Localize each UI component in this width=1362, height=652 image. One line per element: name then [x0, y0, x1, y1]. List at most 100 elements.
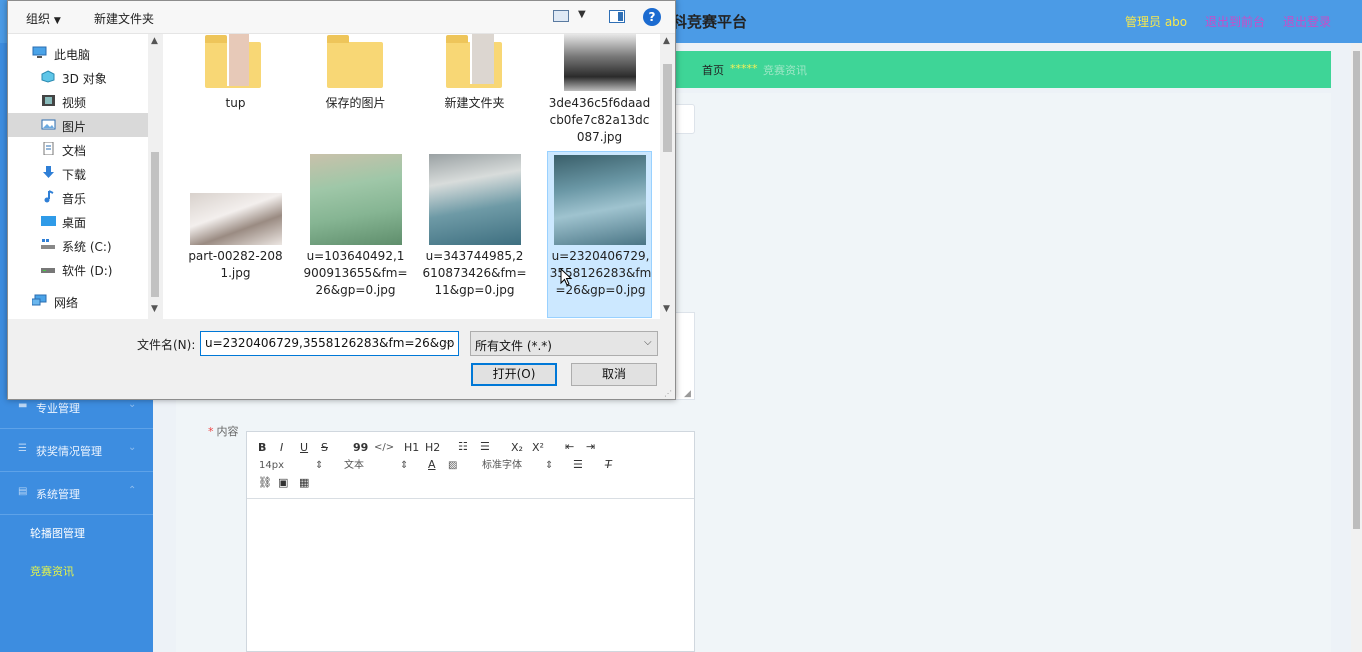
help-icon[interactable]: ? [643, 8, 661, 26]
video-icon[interactable]: ▦ [299, 477, 309, 489]
open-button[interactable]: 打开(O) [471, 363, 557, 386]
desktop-icon [41, 216, 56, 226]
link-icon[interactable]: ⛓ [258, 477, 272, 489]
ordered-list-icon[interactable]: ☷ [458, 441, 468, 453]
document-icon [43, 142, 54, 155]
nav-item-drive-d[interactable]: 软件 (D:) [8, 257, 148, 281]
page-scrollbar[interactable] [1351, 43, 1362, 652]
preview-pane-icon[interactable] [609, 10, 625, 23]
quote-button[interactable]: 99 [353, 442, 368, 454]
view-mode-dropdown-icon[interactable]: ▼ [578, 9, 586, 20]
background-color-icon[interactable]: ▨ [448, 460, 457, 472]
page-scrollbar-thumb[interactable] [1353, 51, 1360, 529]
file-list: tup 保存的图片 新建文件夹 3de436c5f6daadcb0fe7c82a… [163, 34, 675, 319]
scroll-up-icon[interactable]: ▲ [151, 36, 158, 46]
scroll-down-icon[interactable]: ▼ [151, 304, 158, 314]
file-item-new-folder[interactable]: 新建文件夹 [422, 34, 527, 114]
align-icon[interactable]: ☰ [573, 459, 583, 471]
title-input[interactable] [675, 104, 695, 134]
view-mode-icon[interactable] [553, 10, 569, 22]
picture-icon [41, 119, 56, 130]
underline-button[interactable]: U [300, 442, 308, 454]
resize-grip-icon[interactable]: ◢ [684, 389, 691, 399]
admin-user-label[interactable]: 管理员 abo [1125, 13, 1187, 30]
filetype-chevron-icon[interactable]: ⌵ [644, 337, 652, 348]
nav-item-documents[interactable]: 文档 [8, 137, 148, 161]
nav-item-music[interactable]: 音乐 [8, 185, 148, 209]
exit-to-front-link[interactable]: 退出到前台 [1205, 13, 1265, 30]
indent-icon[interactable]: ⇥ [586, 441, 595, 453]
scroll-up-icon[interactable]: ▲ [663, 36, 670, 46]
nav-label: 3D 对象 [62, 72, 107, 86]
filename-input[interactable]: u=2320406729,3558126283&fm=26&gp [200, 331, 459, 356]
nav-scrollbar-thumb[interactable] [151, 152, 159, 297]
chevron-down-icon: ⌄ [128, 442, 137, 453]
nav-item-pictures[interactable]: 图片 [8, 113, 148, 137]
sidebar-item-system[interactable]: ▤ 系统管理 ⌃ [0, 473, 153, 515]
sidebar-item-awards[interactable]: ☰ 获奖情况管理 ⌄ [0, 430, 153, 472]
italic-button[interactable]: I [280, 442, 283, 454]
filename-label: 文件名(N): [137, 338, 196, 352]
chevron-up-icon: ⌃ [128, 485, 137, 496]
sidebar-subitem-news[interactable]: 竞赛资讯 [30, 563, 74, 579]
nav-label: 此电脑 [54, 48, 91, 62]
new-folder-button[interactable]: 新建文件夹 [94, 10, 154, 27]
breadcrumb-home[interactable]: 首页 [702, 62, 724, 78]
nav-item-videos[interactable]: 视频 [8, 89, 148, 113]
heading1-button[interactable]: H1 [404, 442, 419, 454]
file-list-scrollbar-thumb[interactable] [663, 64, 672, 152]
nav-item-downloads[interactable]: 下载 [8, 161, 148, 185]
logout-link[interactable]: 退出登录 [1283, 13, 1331, 30]
folder-preview-image [227, 34, 249, 86]
bold-button[interactable]: B [258, 442, 266, 454]
file-item-u2320406729[interactable]: u=2320406729,3558126283&fm=26&gp=0.jpg [547, 151, 652, 318]
font-size-select[interactable]: 14px [259, 460, 284, 472]
nav-label: 图片 [62, 120, 87, 134]
file-item-u343744985[interactable]: u=343744985,2610873426&fm=11&gp=0.jpg [422, 151, 527, 301]
superscript-button[interactable]: X² [532, 442, 544, 454]
sidebar-subitem-carousel[interactable]: 轮播图管理 [30, 525, 85, 541]
clear-format-icon[interactable]: T̶ [605, 459, 612, 471]
system-drive-icon [41, 239, 55, 249]
subscript-button[interactable]: X₂ [511, 442, 523, 454]
file-item-tup[interactable]: tup [183, 34, 288, 114]
film-icon [42, 95, 55, 106]
nav-item-network[interactable]: 网络 [8, 289, 148, 313]
nav-label: 视频 [62, 96, 87, 110]
filetype-select[interactable]: 所有文件 (*.*) [470, 331, 658, 356]
nav-item-this-pc[interactable]: 此电脑 [8, 41, 148, 65]
text-type-select[interactable]: 文本 [344, 460, 364, 472]
nav-label: 下载 [62, 168, 87, 182]
file-item-3de436[interactable]: 3de436c5f6daadcb0fe7c82a13dc087.jpg [547, 34, 652, 146]
scroll-down-icon[interactable]: ▼ [663, 304, 670, 314]
file-item-saved-pictures[interactable]: 保存的图片 [303, 34, 408, 114]
folder-icon [446, 34, 502, 88]
organize-button[interactable]: 组织 ▼ [26, 10, 61, 27]
chevron-down-icon: ⌄ [128, 399, 137, 410]
nav-item-desktop[interactable]: 桌面 [8, 209, 148, 233]
heading2-button[interactable]: H2 [425, 442, 440, 454]
outdent-icon[interactable]: ⇤ [565, 441, 574, 453]
file-name: 保存的图片 [325, 96, 386, 110]
folder-icon [205, 34, 261, 88]
font-size-chevron-icon: ⇕ [315, 460, 324, 471]
rich-text-editor[interactable]: B I U S 99 </> H1 H2 ☷ ☰ X₂ X² ⇤ ⇥ 14px … [246, 431, 695, 652]
filename-history-chevron-icon[interactable]: ⌵ [445, 337, 453, 348]
bullet-list-icon[interactable]: ☰ [480, 441, 490, 453]
image-icon[interactable]: ▣ [278, 477, 288, 489]
file-item-part-00282[interactable]: part-00282-2081.jpg [183, 151, 288, 281]
file-item-u103640492[interactable]: u=103640492,1900913655&fm=26&gp=0.jpg [303, 151, 408, 301]
nav-item-3d-objects[interactable]: 3D 对象 [8, 65, 148, 89]
dialog-resize-grip-icon[interactable]: ⋰ [664, 389, 672, 398]
required-mark: * [208, 425, 214, 438]
nav-item-drive-c[interactable]: 系统 (C:) [8, 233, 148, 257]
nav-scrollbar[interactable]: ▲ ▼ [148, 34, 162, 319]
summary-textarea[interactable] [675, 312, 695, 400]
cancel-button[interactable]: 取消 [571, 363, 657, 386]
font-family-select[interactable]: 标准字体 [482, 460, 522, 472]
font-color-icon[interactable]: A [428, 459, 436, 471]
file-list-scrollbar[interactable]: ▲ ▼ [660, 34, 675, 319]
code-button[interactable]: </> [374, 442, 394, 454]
strikethrough-button[interactable]: S [321, 442, 328, 454]
folder-icon [327, 35, 383, 88]
